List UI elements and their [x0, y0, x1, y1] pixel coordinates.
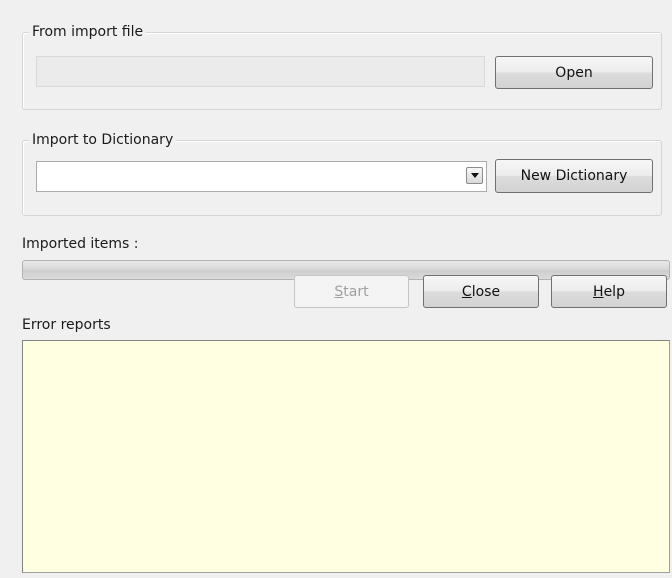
- open-button-label: Open: [555, 64, 593, 81]
- chevron-down-icon[interactable]: [466, 167, 483, 184]
- new-dictionary-button[interactable]: New Dictionary: [495, 159, 653, 193]
- error-reports-label: Error reports: [22, 317, 111, 333]
- start-button-label: Start: [334, 283, 369, 300]
- open-button[interactable]: Open: [495, 56, 653, 89]
- dictionary-select[interactable]: [36, 161, 487, 192]
- import-file-legend: From import file: [29, 23, 147, 41]
- import-dictionary-group: Import to Dictionary New Dictionary: [22, 131, 662, 216]
- import-dictionary-legend: Import to Dictionary: [29, 131, 177, 149]
- start-button[interactable]: Start: [294, 275, 409, 308]
- help-button-label: Help: [593, 283, 625, 300]
- error-reports-box[interactable]: [22, 340, 670, 573]
- import-file-group: From import file Open: [22, 23, 662, 110]
- help-button[interactable]: Help: [551, 275, 667, 308]
- import-file-path-field[interactable]: [36, 56, 485, 87]
- new-dictionary-button-label: New Dictionary: [520, 168, 628, 184]
- import-dialog: From import file Open Import to Dictiona…: [0, 0, 672, 578]
- close-button-label: Close: [461, 283, 501, 300]
- close-button[interactable]: Close: [423, 275, 539, 308]
- imported-items-label: Imported items :: [22, 236, 139, 252]
